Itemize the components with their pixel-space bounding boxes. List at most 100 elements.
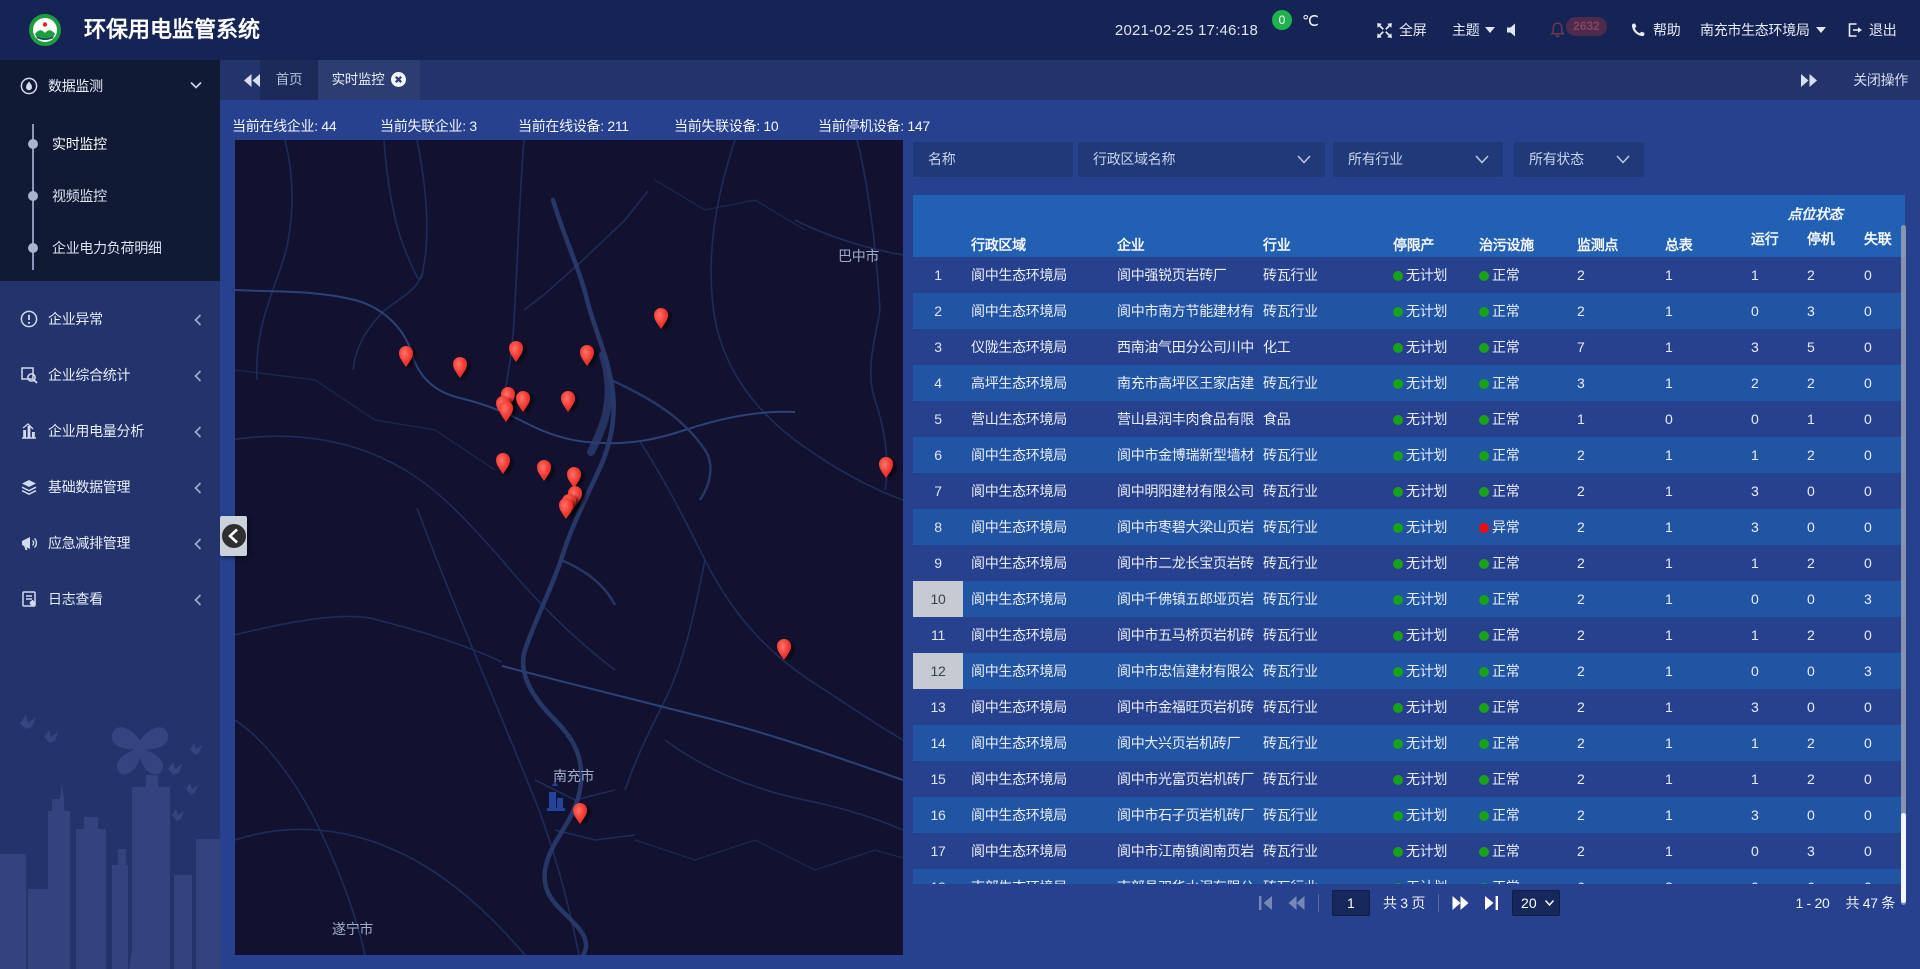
cell-row-number: 17 xyxy=(913,833,963,869)
logout-button[interactable]: 退出 xyxy=(1846,0,1896,60)
cell-facility-status: 正常 xyxy=(1471,329,1561,365)
cell-company: 阆中市石子页岩机砖厂 xyxy=(1109,797,1255,833)
sidebar-item-data-monitor[interactable]: 数据监测 xyxy=(0,60,220,112)
prev-page-button[interactable] xyxy=(1288,896,1305,910)
cell-region: 阆中生态环境局 xyxy=(963,689,1109,725)
close-operations-button[interactable]: 关闭操作 xyxy=(1853,60,1908,100)
cell-row-number: 5 xyxy=(913,401,963,437)
logout-label: 退出 xyxy=(1869,20,1896,40)
sidebar-item[interactable]: 企业异常 xyxy=(0,291,220,347)
table-row[interactable]: 5营山生态环境局营山县润丰肉食品有限食品无计划正常10010 xyxy=(913,401,1905,437)
table-row[interactable]: 11阆中生态环境局阆中市五马桥页岩机砖砖瓦行业无计划正常21120 xyxy=(913,617,1905,653)
sidebar-item[interactable]: 日志查看 xyxy=(0,571,220,627)
status-dot-icon xyxy=(1393,703,1403,713)
col-header-meters: 总表 xyxy=(1649,195,1735,257)
sidebar-subitem[interactable]: 企业电力负荷明细 xyxy=(0,222,220,274)
sidebar-item[interactable]: 应急减排管理 xyxy=(0,515,220,571)
next-page-button[interactable] xyxy=(1452,896,1469,910)
region-select[interactable]: 行政区域名称 xyxy=(1078,142,1325,177)
cell-limit-status: 无计划 xyxy=(1385,437,1471,473)
status-dot-icon xyxy=(1393,667,1403,677)
tab-close-icon[interactable] xyxy=(391,72,406,87)
cell-points: 2 xyxy=(1561,725,1649,761)
industry-select[interactable]: 所有行业 xyxy=(1333,142,1503,177)
fullscreen-button[interactable]: 全屏 xyxy=(1376,0,1426,60)
page-size-select[interactable]: 20 xyxy=(1512,890,1560,916)
tabs-scroll-right-button[interactable] xyxy=(1794,60,1824,100)
table-row[interactable]: 10阆中生态环境局阆中千佛镇五郎垭页岩砖瓦行业无计划正常21003 xyxy=(913,581,1905,617)
sidebar-subitem-label: 视频监控 xyxy=(52,186,107,206)
cell-region: 阆中生态环境局 xyxy=(963,833,1109,869)
table-row[interactable]: 13阆中生态环境局阆中市金福旺页岩机砖砖瓦行业无计划正常21300 xyxy=(913,689,1905,725)
page-range-label: 1 - 20 xyxy=(1795,895,1829,911)
cell-running: 0 xyxy=(1735,401,1791,437)
map-city-label: 遂宁市 xyxy=(332,921,373,937)
table-row[interactable]: 8阆中生态环境局阆中市枣碧大梁山页岩砖瓦行业无计划异常21300 xyxy=(913,509,1905,545)
table-body-viewport[interactable]: 1阆中生态环境局阆中强锐页岩砖厂砖瓦行业无计划正常211202阆中生态环境局阆中… xyxy=(913,257,1905,884)
table-row[interactable]: 16阆中生态环境局阆中市石子页岩机砖厂砖瓦行业无计划正常21300 xyxy=(913,797,1905,833)
chevron-left-icon xyxy=(194,594,202,606)
tab-home[interactable]: 首页 xyxy=(260,60,318,100)
table-row[interactable]: 14阆中生态环境局阆中大兴页岩机砖厂砖瓦行业无计划正常21120 xyxy=(913,725,1905,761)
cell-limit-status: 无计划 xyxy=(1385,401,1471,437)
total-count-label: 共 47 条 xyxy=(1845,893,1895,913)
cell-stopped: 0 xyxy=(1791,797,1848,833)
alarm-bell[interactable] xyxy=(1549,0,1566,60)
tab-realtime-monitor[interactable]: 实时监控 xyxy=(318,60,420,100)
table-row[interactable]: 15阆中生态环境局阆中市光富页岩机砖厂砖瓦行业无计划正常21120 xyxy=(913,761,1905,797)
table-row[interactable]: 9阆中生态环境局阆中市二龙长宝页岩砖砖瓦行业无计划正常21120 xyxy=(913,545,1905,581)
table-row[interactable]: 7阆中生态环境局阆中明阳建材有限公司砖瓦行业无计划正常21300 xyxy=(913,473,1905,509)
cell-points: 2 xyxy=(1561,689,1649,725)
map-panel[interactable]: 巴中市南充市遂宁市 xyxy=(235,140,903,955)
cell-company: 营山县润丰肉食品有限 xyxy=(1109,401,1255,437)
table-row[interactable]: 18南部生态环境局南部县双华水泥有限公砖瓦行业无计划正常62060 xyxy=(913,869,1905,884)
cell-industry: 砖瓦行业 xyxy=(1255,473,1385,509)
table-row[interactable]: 6阆中生态环境局阆中市金博瑞新型墙材砖瓦行业无计划正常21120 xyxy=(913,437,1905,473)
cell-region: 阆中生态环境局 xyxy=(963,509,1109,545)
table-row[interactable]: 17阆中生态环境局阆中市江南镇阆南页岩砖瓦行业无计划正常21030 xyxy=(913,833,1905,869)
sidebar-item[interactable]: 基础数据管理 xyxy=(0,459,220,515)
sidebar-subitem[interactable]: 实时监控 xyxy=(0,118,220,170)
help-button[interactable]: 帮助 xyxy=(1630,0,1680,60)
table-scrollbar-thumb[interactable] xyxy=(1901,813,1906,903)
sidebar-item-label: 基础数据管理 xyxy=(48,477,130,497)
header-datetime: 2021-02-25 17:46:18 xyxy=(1115,0,1258,60)
theme-dropdown[interactable]: 主题 xyxy=(1452,0,1495,60)
map-collapse-button[interactable] xyxy=(220,516,247,556)
last-page-button[interactable] xyxy=(1482,896,1499,910)
sidebar-item[interactable]: 企业综合统计 xyxy=(0,347,220,403)
cell-row-number: 8 xyxy=(913,509,963,545)
cell-industry: 砖瓦行业 xyxy=(1255,725,1385,761)
table-row[interactable]: 12阆中生态环境局阆中市忠信建材有限公砖瓦行业无计划正常21003 xyxy=(913,653,1905,689)
status-select[interactable]: 所有状态 xyxy=(1514,142,1644,177)
table-row[interactable]: 4高坪生态环境局南充市高坪区王家店建砖瓦行业无计划正常31220 xyxy=(913,365,1905,401)
sidebar-item-label: 数据监测 xyxy=(48,76,103,96)
org-dropdown[interactable]: 南充市生态环境局 xyxy=(1700,0,1826,60)
cell-row-number: 6 xyxy=(913,437,963,473)
cell-points: 1 xyxy=(1561,401,1649,437)
cell-running: 3 xyxy=(1735,329,1791,365)
table-row[interactable]: 3仪陇生态环境局西南油气田分公司川中化工无计划正常71350 xyxy=(913,329,1905,365)
table-row[interactable]: 1阆中生态环境局阆中强锐页岩砖厂砖瓦行业无计划正常21120 xyxy=(913,257,1905,293)
table-scrollbar-track[interactable] xyxy=(1901,225,1906,905)
double-chevron-left-icon xyxy=(244,74,260,87)
name-search-input[interactable]: 名称 xyxy=(913,142,1073,177)
mute-button[interactable] xyxy=(1506,0,1521,60)
cell-industry: 砖瓦行业 xyxy=(1255,437,1385,473)
app-title: 环保用电监管系统 xyxy=(84,0,260,60)
status-dot-icon xyxy=(1479,739,1489,749)
cell-points: 2 xyxy=(1561,833,1649,869)
cell-region: 阆中生态环境局 xyxy=(963,581,1109,617)
status-dot-icon xyxy=(1393,451,1403,461)
cell-facility-status: 正常 xyxy=(1471,869,1561,884)
sidebar-item[interactable]: 企业用电量分析 xyxy=(0,403,220,459)
page-number-input[interactable]: 1 xyxy=(1332,890,1370,916)
cell-facility-status: 正常 xyxy=(1471,365,1561,401)
table-row[interactable]: 2阆中生态环境局阆中市南方节能建材有砖瓦行业无计划正常21030 xyxy=(913,293,1905,329)
cell-row-number: 10 xyxy=(913,581,963,617)
first-page-button[interactable] xyxy=(1258,896,1275,910)
cell-meters: 1 xyxy=(1649,797,1735,833)
sidebar-subitem[interactable]: 视频监控 xyxy=(0,170,220,222)
cell-row-number: 3 xyxy=(913,329,963,365)
status-dot-icon xyxy=(1393,631,1403,641)
